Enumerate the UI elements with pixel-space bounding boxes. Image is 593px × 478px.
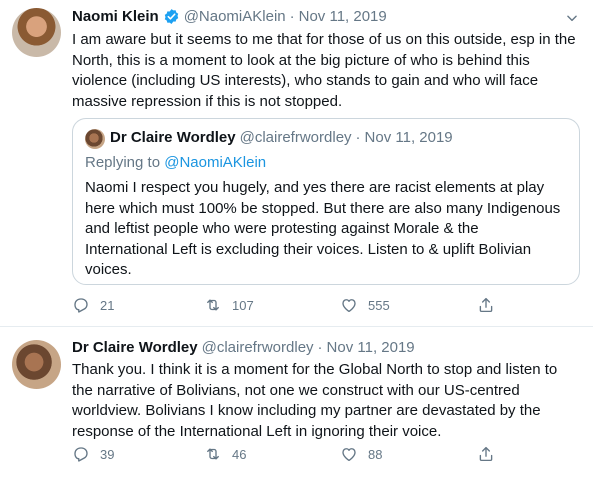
replying-to-label: Replying to: [85, 154, 161, 171]
tweet-date[interactable]: Nov 11, 2019: [327, 339, 415, 356]
retweet-count: 46: [232, 446, 247, 462]
tweet-actions: 21 107 555: [72, 296, 502, 318]
tweet-actions: 39 46 88: [72, 445, 502, 467]
like-icon: [342, 448, 356, 462]
quoted-text: Naomi I respect you hugely, and yes ther…: [85, 179, 561, 278]
share-button[interactable]: [477, 445, 505, 463]
tweet-claire-wordley[interactable]: Dr Claire Wordley @clairefrwordley · Nov…: [0, 327, 593, 478]
reply-count: 39: [100, 446, 115, 462]
reply-icon: [74, 447, 88, 462]
quoted-author-handle: @clairefrwordley: [239, 129, 352, 146]
quoted-date: Nov 11, 2019: [364, 129, 453, 146]
separator: ·: [289, 8, 295, 25]
reply-count: 21: [100, 297, 115, 313]
retweet-button[interactable]: 107: [204, 296, 254, 314]
replying-to-mention[interactable]: @NaomiAKlein: [164, 154, 266, 171]
tweet-date[interactable]: Nov 11, 2019: [299, 8, 387, 25]
share-button[interactable]: [477, 296, 505, 314]
separator: ·: [355, 129, 361, 146]
avatar: [85, 129, 105, 149]
quoted-author-name: Dr Claire Wordley: [110, 129, 236, 146]
author-name[interactable]: Dr Claire Wordley: [72, 339, 198, 356]
tweet-text: Thank you. I think it is a moment for th…: [72, 361, 558, 440]
like-button[interactable]: 88: [340, 445, 382, 463]
retweet-button[interactable]: 46: [204, 445, 246, 463]
share-icon: [479, 446, 493, 462]
tweet-header: Dr Claire Wordley @clairefrwordley · Nov…: [72, 339, 415, 356]
share-icon: [479, 297, 493, 313]
tweet-header: Naomi Klein @NaomiAKlein · Nov 11, 2019: [72, 8, 387, 25]
avatar[interactable]: [12, 8, 61, 57]
reply-button[interactable]: 39: [72, 445, 114, 463]
reply-icon: [74, 298, 88, 313]
like-count: 555: [368, 297, 390, 313]
retweet-count: 107: [232, 297, 254, 313]
like-button[interactable]: 555: [340, 296, 390, 314]
verified-badge-icon: [164, 9, 178, 24]
tweet-text: I am aware but it seems to me that for t…: [72, 31, 576, 110]
like-count: 88: [368, 446, 383, 462]
like-icon: [342, 299, 356, 313]
quoted-tweet[interactable]: Dr Claire Wordley @clairefrwordley · Nov…: [72, 118, 580, 285]
retweet-icon: [207, 448, 219, 460]
reply-button[interactable]: 21: [72, 296, 114, 314]
quoted-header: Dr Claire Wordley @clairefrwordley · Nov…: [110, 129, 453, 146]
chevron-down-icon[interactable]: [565, 11, 579, 25]
separator: ·: [317, 339, 323, 356]
retweet-icon: [207, 299, 219, 311]
author-handle[interactable]: @clairefrwordley: [202, 339, 314, 356]
replying-to: Replying to @NaomiAKlein: [85, 154, 266, 171]
author-handle[interactable]: @NaomiAKlein: [184, 8, 286, 25]
tweet-naomi-klein[interactable]: Naomi Klein @NaomiAKlein · Nov 11, 2019 …: [0, 0, 593, 326]
author-name[interactable]: Naomi Klein: [72, 8, 159, 25]
avatar[interactable]: [12, 340, 61, 389]
